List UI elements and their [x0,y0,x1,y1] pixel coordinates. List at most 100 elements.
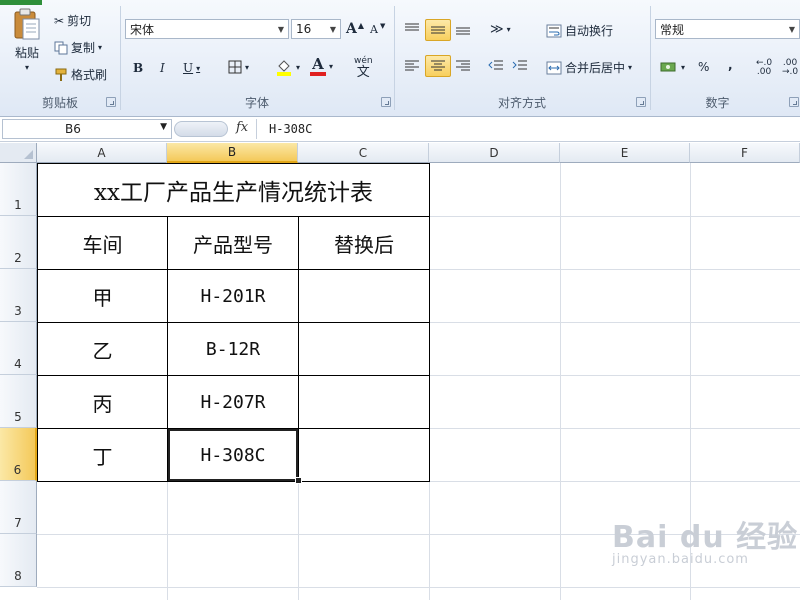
format-painter-button[interactable]: 格式刷 [54,66,107,83]
align-middle-button[interactable] [425,19,451,41]
row-header-7[interactable]: 7 [0,481,37,534]
align-top-button[interactable] [404,22,420,36]
column-header-e[interactable]: E [560,143,690,163]
decrease-decimal-button[interactable]: .00 →.0 [782,59,798,77]
font-size-combo[interactable]: 16 ▼ [291,19,341,39]
number-format-combo[interactable]: 常规 ▼ [655,19,800,39]
clipboard-launcher-icon[interactable] [106,97,116,107]
paste-icon [12,8,42,42]
chevron-down-icon[interactable]: ▼ [326,20,340,38]
align-bottom-button[interactable] [455,22,471,36]
merge-center-button[interactable]: 合并后居中 ▾ [546,59,632,76]
comma-icon: , [728,58,733,72]
grow-font-icon: A [346,21,357,37]
currency-icon [660,60,678,74]
comma-button[interactable]: , [728,58,733,72]
increase-decimal-button[interactable]: ←.0.00 [756,59,772,77]
cell-c5[interactable] [298,375,430,429]
cell-c3[interactable] [298,269,430,323]
merge-dropdown-icon[interactable]: ▾ [628,63,632,72]
cell-c4[interactable] [298,322,430,376]
cell-b4[interactable]: B-12R [167,322,299,376]
underline-button[interactable]: U ▾ [183,61,200,75]
wrap-text-button[interactable]: 自动换行 [546,22,613,39]
name-box[interactable]: B6 ▼ [2,119,172,139]
row-header-8[interactable]: 8 [0,534,37,587]
baidu-watermark-logo: Bai du 经验 jingyan.baidu.com [612,512,798,567]
accounting-format-button[interactable]: ▾ [660,60,685,74]
cell-b5[interactable]: H-207R [167,375,299,429]
orientation-button[interactable]: ≫ ▾ [490,22,511,37]
font-color-button[interactable]: A ▾ [310,57,333,76]
formula-input[interactable]: H-308C [256,119,800,139]
align-right-icon [455,59,471,73]
bold-button[interactable]: B [133,61,143,75]
row-header-1[interactable]: 1 [0,163,37,216]
chevron-down-icon[interactable]: ▼ [785,20,799,38]
number-launcher-icon[interactable] [789,97,799,107]
grow-font-button[interactable]: A ▲ [346,20,364,37]
fill-handle[interactable] [295,477,302,484]
active-cell-b6[interactable]: H-308C [167,428,299,482]
row-header-2[interactable]: 2 [0,216,37,269]
ribbon: 粘贴 ▾ ✂ 剪切 复制 ▾ 格式刷 剪贴板 宋体 ▼ 16 ▼ A ▲ A ▼ B… [0,0,800,117]
phonetic-icon: 文 [356,65,370,80]
font-name-value: 宋体 [130,22,155,37]
copy-button[interactable]: 复制 ▾ [54,39,102,56]
file-tab-edge[interactable] [0,0,42,5]
cell-a5[interactable]: 丙 [37,375,168,429]
phonetic-button[interactable]: wén 文 [354,56,373,80]
column-header-f[interactable]: F [690,143,800,163]
borders-icon [228,60,242,74]
select-all-button[interactable] [0,143,37,163]
fill-color-button[interactable]: ▾ [275,58,300,76]
align-center-icon [430,59,446,73]
borders-button[interactable]: ▾ [228,60,249,74]
number-group-label: 数字 [705,96,730,110]
formula-bar-splitter[interactable] [174,121,228,137]
column-header-d[interactable]: D [429,143,560,163]
merge-center-label: 合并后居中 [565,61,626,75]
cell-a3[interactable]: 甲 [37,269,168,323]
brush-icon [54,68,68,82]
column-header-b[interactable]: B [167,143,298,163]
font-name-combo[interactable]: 宋体 ▼ [125,19,289,39]
cell-a6[interactable]: 丁 [37,428,168,482]
column-header-a[interactable]: A [37,143,167,163]
cell-c6[interactable] [298,428,430,482]
copy-dropdown-icon[interactable]: ▾ [98,43,102,52]
chevron-down-icon[interactable]: ▼ [274,20,288,38]
column-header-c[interactable]: C [298,143,429,163]
cut-button[interactable]: ✂ 剪切 [54,12,91,29]
decrease-indent-button[interactable] [488,59,504,73]
table-title[interactable]: xx工厂产品生产情况统计表 [37,163,430,217]
row-header-4[interactable]: 4 [0,322,37,375]
cell-b3[interactable]: H-201R [167,269,299,323]
row-header-3[interactable]: 3 [0,269,37,322]
shrink-font-button[interactable]: A ▼ [370,22,385,37]
paste-label: 粘贴 [14,46,39,60]
increase-indent-button[interactable] [512,59,528,73]
insert-function-icon[interactable]: fx [236,120,248,135]
italic-button[interactable]: I [160,61,165,75]
header-cell-a2[interactable]: 车间 [37,216,168,270]
row-header-6[interactable]: 6 [0,428,37,481]
header-cell-b2[interactable]: 产品型号 [167,216,299,270]
increase-indent-icon [512,59,528,73]
percent-button[interactable]: % [698,60,709,74]
align-right-button[interactable] [455,59,471,73]
font-group-label: 字体 [244,96,269,110]
chevron-down-icon[interactable]: ▼ [160,122,167,132]
alignment-launcher-icon[interactable] [636,97,646,107]
align-middle-icon [430,23,446,37]
row-header-5[interactable]: 5 [0,375,37,428]
cell-a4[interactable]: 乙 [37,322,168,376]
paste-button[interactable]: 粘贴 ▾ [10,8,44,72]
align-center-button[interactable] [425,55,451,77]
header-cell-c2[interactable]: 替换后 [298,216,430,270]
font-launcher-icon[interactable] [381,97,391,107]
paste-dropdown-icon[interactable]: ▾ [25,63,29,72]
wrap-text-icon [546,24,562,38]
format-painter-label: 格式刷 [71,68,108,82]
align-left-button[interactable] [404,59,420,73]
